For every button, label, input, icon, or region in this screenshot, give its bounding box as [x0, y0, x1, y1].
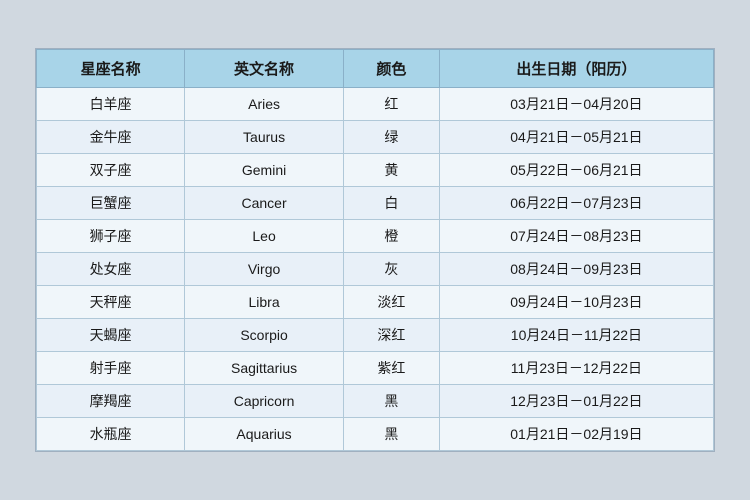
table-row: 天蝎座Scorpio深红10月24日－11月22日	[37, 319, 714, 352]
cell-6-2: 淡红	[343, 286, 439, 319]
cell-9-2: 黑	[343, 385, 439, 418]
cell-1-3: 04月21日－05月21日	[439, 121, 713, 154]
cell-2-2: 黄	[343, 154, 439, 187]
cell-4-3: 07月24日－08月23日	[439, 220, 713, 253]
cell-3-3: 06月22日－07月23日	[439, 187, 713, 220]
cell-6-3: 09月24日－10月23日	[439, 286, 713, 319]
cell-9-3: 12月23日－01月22日	[439, 385, 713, 418]
cell-10-0: 水瓶座	[37, 418, 185, 451]
table-row: 白羊座Aries红03月21日－04月20日	[37, 88, 714, 121]
header-dates: 出生日期（阳历）	[439, 50, 713, 88]
cell-1-0: 金牛座	[37, 121, 185, 154]
header-english-name: 英文名称	[185, 50, 344, 88]
cell-7-2: 深红	[343, 319, 439, 352]
cell-0-0: 白羊座	[37, 88, 185, 121]
cell-9-0: 摩羯座	[37, 385, 185, 418]
cell-4-0: 狮子座	[37, 220, 185, 253]
cell-4-2: 橙	[343, 220, 439, 253]
cell-2-3: 05月22日－06月21日	[439, 154, 713, 187]
table-row: 狮子座Leo橙07月24日－08月23日	[37, 220, 714, 253]
table-row: 摩羯座Capricorn黑12月23日－01月22日	[37, 385, 714, 418]
cell-5-1: Virgo	[185, 253, 344, 286]
table-row: 双子座Gemini黄05月22日－06月21日	[37, 154, 714, 187]
table-body: 白羊座Aries红03月21日－04月20日金牛座Taurus绿04月21日－0…	[37, 88, 714, 451]
cell-3-1: Cancer	[185, 187, 344, 220]
header-color: 颜色	[343, 50, 439, 88]
table-header-row: 星座名称 英文名称 颜色 出生日期（阳历）	[37, 50, 714, 88]
cell-7-0: 天蝎座	[37, 319, 185, 352]
cell-5-0: 处女座	[37, 253, 185, 286]
header-chinese-name: 星座名称	[37, 50, 185, 88]
cell-9-1: Capricorn	[185, 385, 344, 418]
table-row: 巨蟹座Cancer白06月22日－07月23日	[37, 187, 714, 220]
table-row: 射手座Sagittarius紫红11月23日－12月22日	[37, 352, 714, 385]
cell-6-0: 天秤座	[37, 286, 185, 319]
cell-0-1: Aries	[185, 88, 344, 121]
cell-2-1: Gemini	[185, 154, 344, 187]
cell-3-0: 巨蟹座	[37, 187, 185, 220]
table-row: 天秤座Libra淡红09月24日－10月23日	[37, 286, 714, 319]
table-row: 水瓶座Aquarius黑01月21日－02月19日	[37, 418, 714, 451]
zodiac-table: 星座名称 英文名称 颜色 出生日期（阳历） 白羊座Aries红03月21日－04…	[36, 49, 714, 451]
cell-10-3: 01月21日－02月19日	[439, 418, 713, 451]
cell-10-1: Aquarius	[185, 418, 344, 451]
cell-7-3: 10月24日－11月22日	[439, 319, 713, 352]
zodiac-table-container: 星座名称 英文名称 颜色 出生日期（阳历） 白羊座Aries红03月21日－04…	[35, 48, 715, 452]
table-row: 金牛座Taurus绿04月21日－05月21日	[37, 121, 714, 154]
cell-1-2: 绿	[343, 121, 439, 154]
cell-3-2: 白	[343, 187, 439, 220]
cell-1-1: Taurus	[185, 121, 344, 154]
cell-8-1: Sagittarius	[185, 352, 344, 385]
cell-0-3: 03月21日－04月20日	[439, 88, 713, 121]
cell-2-0: 双子座	[37, 154, 185, 187]
cell-5-3: 08月24日－09月23日	[439, 253, 713, 286]
cell-4-1: Leo	[185, 220, 344, 253]
cell-8-0: 射手座	[37, 352, 185, 385]
table-row: 处女座Virgo灰08月24日－09月23日	[37, 253, 714, 286]
cell-8-3: 11月23日－12月22日	[439, 352, 713, 385]
cell-5-2: 灰	[343, 253, 439, 286]
cell-6-1: Libra	[185, 286, 344, 319]
cell-10-2: 黑	[343, 418, 439, 451]
cell-8-2: 紫红	[343, 352, 439, 385]
cell-0-2: 红	[343, 88, 439, 121]
cell-7-1: Scorpio	[185, 319, 344, 352]
